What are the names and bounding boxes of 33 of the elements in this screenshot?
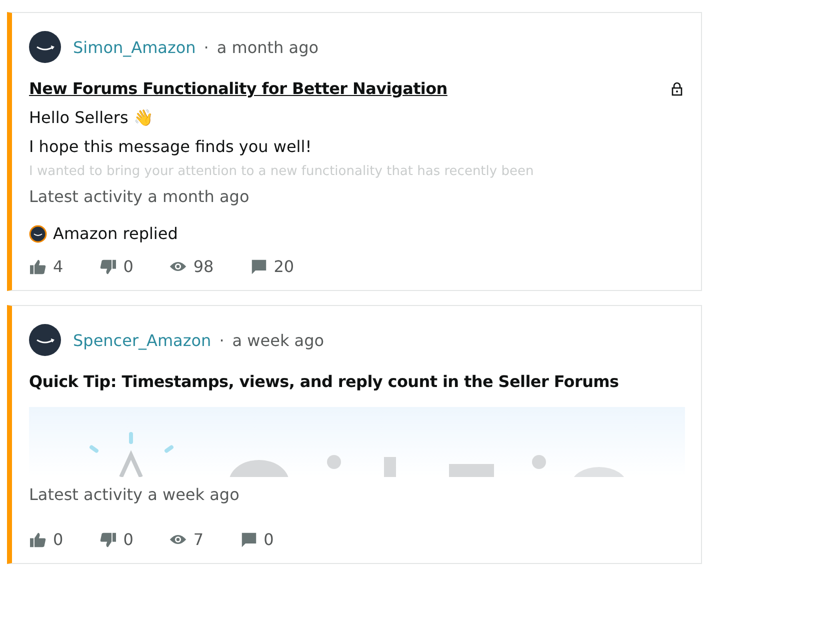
- post-title[interactable]: Quick Tip: Timestamps, views, and reply count in the Seller Forums: [29, 372, 619, 391]
- thumbs-down-icon[interactable]: [99, 532, 118, 548]
- like-count: 4: [53, 257, 64, 276]
- eye-icon: [169, 260, 188, 273]
- post-title[interactable]: New Forums Functionality for Better Navigation: [29, 79, 448, 98]
- reply-count: 20: [274, 257, 294, 276]
- dislike-count: 0: [123, 530, 134, 549]
- eye-icon: [169, 533, 188, 546]
- separator-dot: ·: [219, 330, 224, 350]
- comment-icon: [250, 258, 268, 274]
- view-count: 7: [193, 530, 204, 549]
- post-time: a month ago: [216, 38, 319, 56]
- avatar-icon: [29, 324, 61, 356]
- thumbs-up-icon[interactable]: [29, 258, 47, 274]
- latest-activity: Latest activity a month ago: [29, 187, 250, 206]
- post-time: a week ago: [232, 330, 324, 350]
- comment-icon: [240, 532, 258, 548]
- separator-dot: ·: [204, 38, 209, 56]
- avatar-icon: [29, 224, 47, 242]
- post-text: I hope this message finds you well!: [29, 137, 313, 156]
- author-link[interactable]: Simon_Amazon: [73, 38, 196, 56]
- post-text: Hello Sellers 👋: [29, 108, 154, 127]
- lock-icon: [671, 82, 683, 96]
- thumbs-up-icon[interactable]: [29, 532, 47, 548]
- author-link[interactable]: Spencer_Amazon: [73, 330, 212, 350]
- avatar-icon: [29, 31, 61, 63]
- like-count: 0: [53, 530, 64, 549]
- dislike-count: 0: [123, 257, 134, 276]
- reply-count: 0: [264, 530, 274, 549]
- latest-activity: Latest activity a week ago: [29, 485, 240, 504]
- replied-label: Amazon replied: [53, 224, 178, 243]
- view-count: 98: [193, 257, 214, 276]
- thumbs-down-icon[interactable]: [99, 258, 118, 274]
